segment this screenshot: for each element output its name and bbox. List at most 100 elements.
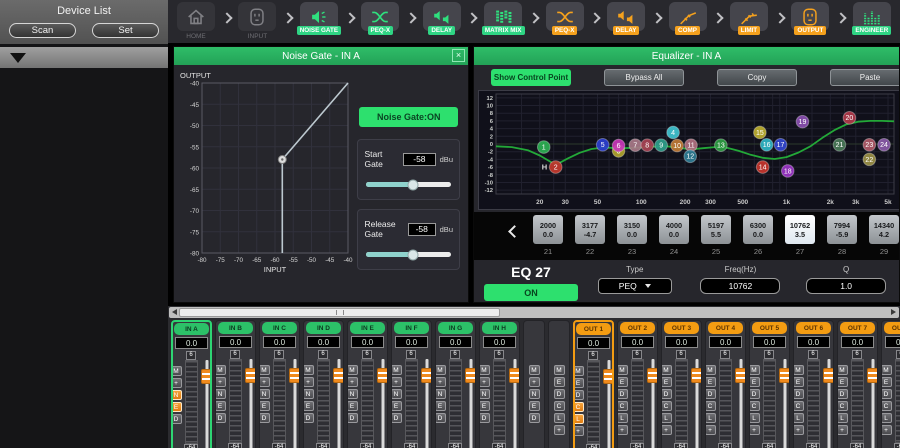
strip-btn-e[interactable]: E bbox=[573, 378, 584, 388]
eq-band-22[interactable]: 3177-4.722 bbox=[575, 215, 605, 256]
eq-point-14[interactable]: 14 bbox=[756, 161, 769, 174]
fader-track[interactable] bbox=[245, 359, 257, 448]
fader-handle[interactable] bbox=[465, 368, 477, 383]
mixer-strip-in-f[interactable]: IN F0.0M+NED6-64 bbox=[391, 320, 432, 448]
mixer-strip-out-8[interactable]: OUT 80.0MEDCL+6-64 bbox=[881, 320, 900, 448]
strip-btn-m[interactable]: M bbox=[479, 365, 490, 375]
strip-btn-c[interactable]: C bbox=[881, 401, 892, 411]
strip-btn-d[interactable]: D bbox=[259, 413, 270, 423]
toolbar-item-delay-output[interactable]: DELAY bbox=[604, 2, 648, 35]
toolbar-item-noise-gate[interactable]: NOISE GATE bbox=[297, 2, 341, 35]
show-control-point-button[interactable]: Show Control Point bbox=[491, 69, 571, 86]
scroll-left-arrow-icon[interactable] bbox=[172, 309, 177, 315]
fader-track[interactable] bbox=[465, 359, 477, 448]
eq-point-20[interactable]: 20 bbox=[843, 112, 856, 125]
mixer-strip-out-6[interactable]: OUT 60.0MEDCL+6-64 bbox=[793, 320, 834, 448]
paste-button[interactable]: Paste bbox=[830, 69, 900, 86]
strip-btn-e[interactable]: E bbox=[749, 377, 760, 387]
mixer-strip-out-5[interactable]: OUT 50.0MEDCL+6-64 bbox=[749, 320, 790, 448]
mixer-scrollbar[interactable] bbox=[169, 307, 899, 318]
strip-btn-c[interactable]: C bbox=[554, 401, 565, 411]
strip-btn-m[interactable]: M bbox=[573, 366, 584, 376]
strip-btn-d[interactable]: D bbox=[749, 389, 760, 399]
eq-point-19[interactable]: 19 bbox=[796, 115, 809, 128]
strip-btn-d[interactable]: D bbox=[793, 389, 804, 399]
strip-btn-m[interactable]: M bbox=[259, 365, 270, 375]
eq-point-5[interactable]: 5 bbox=[596, 138, 609, 151]
start-gate-value[interactable]: -58 bbox=[403, 153, 435, 166]
strip-btn-m[interactable]: M bbox=[661, 365, 672, 375]
eq-point-6[interactable]: 6 bbox=[612, 139, 625, 152]
strip-btn-+[interactable]: + bbox=[347, 377, 358, 387]
strip-btn-m[interactable]: M bbox=[749, 365, 760, 375]
strip-btn-d[interactable]: D bbox=[303, 413, 314, 423]
eq-band-27[interactable]: 107623.527 bbox=[785, 215, 815, 256]
strip-btn-e[interactable]: E bbox=[347, 401, 358, 411]
eq-band-25[interactable]: 51975.525 bbox=[701, 215, 731, 256]
channel-value[interactable]: 0.0 bbox=[351, 336, 384, 348]
strip-btn-m[interactable]: M bbox=[617, 365, 628, 375]
strip-btn-n[interactable]: N bbox=[171, 390, 182, 400]
strip-btn-m[interactable]: M bbox=[435, 365, 446, 375]
strip-btn-l[interactable]: L bbox=[661, 413, 672, 423]
strip-btn-+[interactable]: + bbox=[573, 426, 584, 436]
eq-graph[interactable]: 121086420-2-4-6-8-10-1231H24567891011121… bbox=[478, 90, 900, 210]
mixer-strip-in-g[interactable]: IN G0.0M+NED6-64 bbox=[435, 320, 476, 448]
mixer-strip-out-2[interactable]: OUT 20.0MEDCL+6-64 bbox=[617, 320, 658, 448]
channel-value[interactable]: 0.0 bbox=[753, 336, 786, 348]
channel-value[interactable]: 0.0 bbox=[483, 336, 516, 348]
set-button[interactable]: Set bbox=[92, 23, 159, 38]
release-gate-slider[interactable] bbox=[366, 252, 451, 257]
eq-band-24[interactable]: 40000.024 bbox=[659, 215, 689, 256]
strip-btn-m[interactable]: M bbox=[215, 365, 226, 375]
fader-handle[interactable] bbox=[603, 369, 615, 384]
strip-btn-+[interactable]: + bbox=[259, 377, 270, 387]
strip-btn-d[interactable]: D bbox=[573, 390, 584, 400]
strip-btn-d[interactable]: D bbox=[661, 389, 672, 399]
channel-value[interactable]: 0.0 bbox=[175, 337, 208, 349]
strip-btn-+[interactable]: + bbox=[529, 377, 540, 387]
channel-value[interactable]: 0.0 bbox=[621, 336, 654, 348]
eq-point-7[interactable]: 7 bbox=[629, 139, 642, 152]
slider-handle[interactable] bbox=[407, 179, 418, 190]
strip-btn-m[interactable]: M bbox=[705, 365, 716, 375]
strip-btn-l[interactable]: L bbox=[749, 413, 760, 423]
eq-point-17[interactable]: 17 bbox=[774, 138, 787, 151]
toolbar-item-delay-input[interactable]: DELAY bbox=[420, 2, 464, 35]
eq-point-12[interactable]: 12 bbox=[684, 150, 697, 163]
strip-btn-m[interactable]: M bbox=[793, 365, 804, 375]
chevron-left-icon[interactable] bbox=[508, 225, 521, 238]
fader-handle[interactable] bbox=[823, 368, 835, 383]
eq-point-9[interactable]: 9 bbox=[655, 139, 668, 152]
strip-btn-c[interactable]: C bbox=[705, 401, 716, 411]
strip-btn-+[interactable]: + bbox=[171, 378, 182, 388]
strip-btn-e[interactable]: E bbox=[303, 401, 314, 411]
strip-btn-+[interactable]: + bbox=[215, 377, 226, 387]
fader-handle[interactable] bbox=[647, 368, 659, 383]
fader-track[interactable] bbox=[421, 359, 433, 448]
fader-handle[interactable] bbox=[201, 369, 213, 384]
toolbar-item-output[interactable]: OUTPUT bbox=[788, 2, 832, 35]
fader-track[interactable] bbox=[691, 359, 703, 448]
scrollbar-thumb[interactable] bbox=[179, 308, 500, 317]
bypass-all-button[interactable]: Bypass All bbox=[604, 69, 684, 86]
mixer-strip-in-c[interactable]: IN C0.0M+NED6-64 bbox=[259, 320, 300, 448]
device-list-dropdown[interactable] bbox=[0, 47, 168, 68]
eq-band-26[interactable]: 63000.026 bbox=[743, 215, 773, 256]
strip-btn-e[interactable]: E bbox=[837, 377, 848, 387]
channel-value[interactable]: 0.0 bbox=[577, 337, 610, 349]
toolbar-item-home[interactable]: HOME bbox=[174, 2, 218, 40]
eq-point-10[interactable]: 10 bbox=[671, 139, 684, 152]
fader-handle[interactable] bbox=[377, 368, 389, 383]
fader-track[interactable] bbox=[509, 359, 521, 448]
mixer-strip-bus[interactable]: MEDCL+ bbox=[548, 320, 570, 448]
strip-btn-l[interactable]: L bbox=[617, 413, 628, 423]
eq-band-box[interactable]: 143404.2 bbox=[869, 215, 899, 244]
channel-value[interactable]: 0.0 bbox=[885, 336, 900, 348]
strip-btn-c[interactable]: C bbox=[749, 401, 760, 411]
eq-on-button[interactable]: ON bbox=[484, 284, 578, 301]
fader-track[interactable] bbox=[201, 360, 213, 448]
strip-btn-d[interactable]: D bbox=[617, 389, 628, 399]
strip-btn-d[interactable]: D bbox=[347, 413, 358, 423]
strip-btn-d[interactable]: D bbox=[215, 413, 226, 423]
